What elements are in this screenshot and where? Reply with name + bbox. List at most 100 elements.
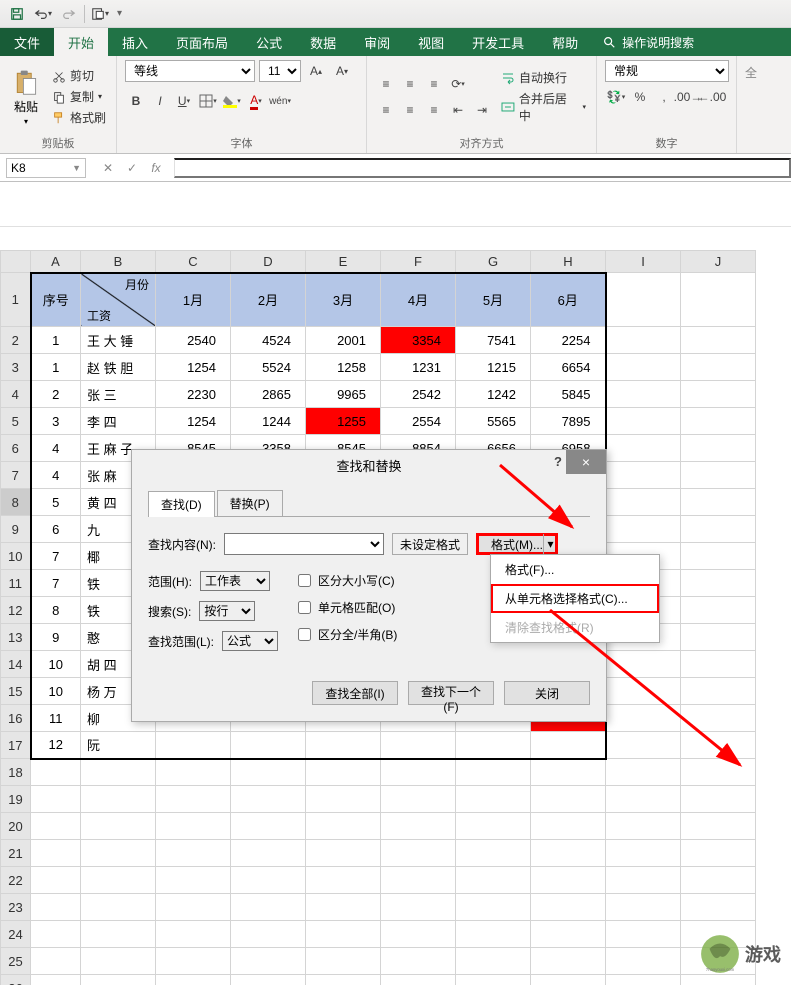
seq-cell[interactable]: 10: [31, 651, 81, 678]
data-cell[interactable]: 7895: [531, 408, 606, 435]
tell-me-search[interactable]: 操作说明搜索: [592, 28, 704, 56]
cell[interactable]: [381, 921, 456, 948]
data-cell[interactable]: 1255: [306, 408, 381, 435]
data-cell[interactable]: 2542: [381, 381, 456, 408]
seq-cell[interactable]: 8: [31, 597, 81, 624]
cell[interactable]: [156, 894, 231, 921]
col-header[interactable]: C: [156, 251, 231, 273]
cell[interactable]: [156, 813, 231, 840]
cell[interactable]: [31, 813, 81, 840]
cell[interactable]: [681, 705, 756, 732]
seq-cell[interactable]: 12: [31, 732, 81, 759]
cell[interactable]: [456, 840, 531, 867]
cell[interactable]: [681, 813, 756, 840]
cell[interactable]: [681, 381, 756, 408]
cell[interactable]: [231, 813, 306, 840]
cell[interactable]: [606, 813, 681, 840]
tab-help[interactable]: 帮助: [538, 28, 592, 56]
cell[interactable]: [31, 921, 81, 948]
cell[interactable]: [606, 948, 681, 975]
indent-dec-icon[interactable]: ⇤: [447, 99, 469, 121]
search-direction-select[interactable]: 按行: [199, 601, 255, 621]
wrap-text-button[interactable]: 自动换行: [499, 68, 588, 87]
tab-file[interactable]: 文件: [0, 28, 54, 56]
data-cell[interactable]: 2254: [531, 327, 606, 354]
row-header[interactable]: 20: [1, 813, 31, 840]
fill-color-icon[interactable]: ▾: [221, 90, 243, 112]
cell[interactable]: [381, 894, 456, 921]
name-cell[interactable]: 赵 铁 胆: [81, 354, 156, 381]
cell[interactable]: [456, 894, 531, 921]
cell[interactable]: [606, 759, 681, 786]
cell[interactable]: [681, 786, 756, 813]
cell[interactable]: [231, 975, 306, 985]
cell[interactable]: [681, 894, 756, 921]
borders-icon[interactable]: ▾: [197, 90, 219, 112]
row-header[interactable]: 9: [1, 516, 31, 543]
dialog-help-icon[interactable]: ?: [554, 454, 562, 469]
dialog-close-button[interactable]: ×: [566, 450, 606, 474]
cell[interactable]: [681, 273, 756, 327]
cell[interactable]: [306, 759, 381, 786]
cell[interactable]: [681, 327, 756, 354]
cell[interactable]: [456, 759, 531, 786]
format-painter-button[interactable]: 格式刷: [50, 108, 108, 127]
cell[interactable]: [231, 786, 306, 813]
phonetic-icon[interactable]: wén▾: [269, 90, 291, 112]
paste-button[interactable]: 粘贴▾: [8, 66, 44, 128]
cell[interactable]: [606, 867, 681, 894]
data-cell[interactable]: 1258: [306, 354, 381, 381]
find-all-button[interactable]: 查找全部(I): [312, 681, 398, 705]
col-header[interactable]: F: [381, 251, 456, 273]
match-byte-checkbox[interactable]: 区分全/半角(B): [294, 625, 397, 644]
col-header[interactable]: G: [456, 251, 531, 273]
cell[interactable]: [381, 759, 456, 786]
copy-button[interactable]: 复制▾: [50, 87, 108, 106]
undo-icon[interactable]: ▾: [32, 3, 54, 25]
cell[interactable]: [81, 759, 156, 786]
cell[interactable]: [531, 975, 606, 985]
cell[interactable]: [531, 840, 606, 867]
cell[interactable]: [606, 840, 681, 867]
cell[interactable]: [306, 840, 381, 867]
cell[interactable]: [606, 381, 681, 408]
seq-cell[interactable]: 6: [31, 516, 81, 543]
data-cell[interactable]: 2230: [156, 381, 231, 408]
data-cell[interactable]: 2865: [231, 381, 306, 408]
cell[interactable]: [81, 921, 156, 948]
row-header[interactable]: 25: [1, 948, 31, 975]
increase-font-icon[interactable]: A▴: [305, 60, 327, 82]
cell[interactable]: [81, 894, 156, 921]
seq-cell[interactable]: 3: [31, 408, 81, 435]
row-header[interactable]: 16: [1, 705, 31, 732]
dialog-title-bar[interactable]: 查找和替换 ? ×: [132, 450, 606, 480]
fx-icon[interactable]: fx: [144, 158, 168, 178]
cell[interactable]: [606, 894, 681, 921]
row-header[interactable]: 19: [1, 786, 31, 813]
cell[interactable]: [681, 732, 756, 759]
cell[interactable]: [156, 975, 231, 985]
cell[interactable]: [456, 813, 531, 840]
cell[interactable]: [31, 948, 81, 975]
row-header[interactable]: 1: [1, 273, 31, 327]
dec-decimal-icon[interactable]: ←.00: [701, 86, 723, 108]
cell[interactable]: [681, 462, 756, 489]
align-left-icon[interactable]: ≡: [375, 99, 397, 121]
number-format-select[interactable]: 常规: [605, 60, 729, 82]
cell[interactable]: [81, 867, 156, 894]
cell[interactable]: [81, 948, 156, 975]
italic-icon[interactable]: I: [149, 90, 171, 112]
font-name-select[interactable]: 等线: [125, 60, 255, 82]
cell[interactable]: [31, 975, 81, 985]
seq-cell[interactable]: 9: [31, 624, 81, 651]
align-center-icon[interactable]: ≡: [399, 99, 421, 121]
cell[interactable]: [381, 948, 456, 975]
formula-input[interactable]: [174, 158, 791, 178]
row-header[interactable]: 11: [1, 570, 31, 597]
align-bottom-icon[interactable]: ≡: [423, 73, 445, 95]
row-header[interactable]: 22: [1, 867, 31, 894]
cell[interactable]: [681, 570, 756, 597]
cell[interactable]: [156, 786, 231, 813]
row-header[interactable]: 21: [1, 840, 31, 867]
data-cell[interactable]: 9965: [306, 381, 381, 408]
